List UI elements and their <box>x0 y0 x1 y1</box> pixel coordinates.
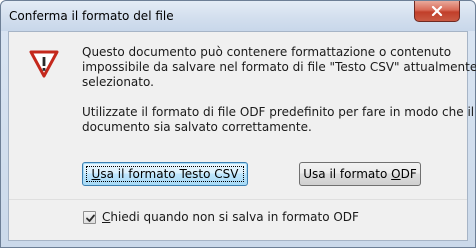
close-button[interactable] <box>414 1 460 22</box>
message-line: Utilizzate il formato di file ODF predef… <box>82 105 475 119</box>
title-bar[interactable]: Conferma il formato del file <box>1 1 475 31</box>
ask-odf-checkbox[interactable] <box>83 210 96 224</box>
ask-odf-checkbox-label[interactable]: Chiedi quando non si salva in formato OD… <box>102 210 359 224</box>
checkmark-icon <box>86 214 95 222</box>
use-odf-format-label: Usa il formato ODF <box>303 167 417 181</box>
warning-icon <box>29 50 59 78</box>
dialog-window: Conferma il formato del file Questo docu… <box>0 0 476 248</box>
ask-odf-checkbox-row[interactable]: Chiedi quando non si salva in formato OD… <box>83 210 359 224</box>
close-icon <box>431 6 443 16</box>
dialog-body: Questo documento può contenere formattaz… <box>8 31 476 241</box>
accelerator-key: O <box>391 167 401 181</box>
keep-current-format-label: Usa il formato Testo CSV <box>91 167 239 181</box>
window-title: Conferma il formato del file <box>9 9 174 23</box>
message-line: Questo documento può contenere formattaz… <box>82 45 452 59</box>
separator <box>9 199 467 200</box>
use-odf-format-button[interactable]: Usa il formato ODF <box>299 162 421 186</box>
message-text: Questo documento può contenere formattaz… <box>82 45 476 135</box>
message-line: impossibile da salvare nel formato di fi… <box>82 60 476 74</box>
keep-current-format-button[interactable]: Usa il formato Testo CSV <box>82 162 248 186</box>
message-line: selezionato. <box>82 75 154 89</box>
message-line: documento sia salvato correttamente. <box>82 120 312 134</box>
